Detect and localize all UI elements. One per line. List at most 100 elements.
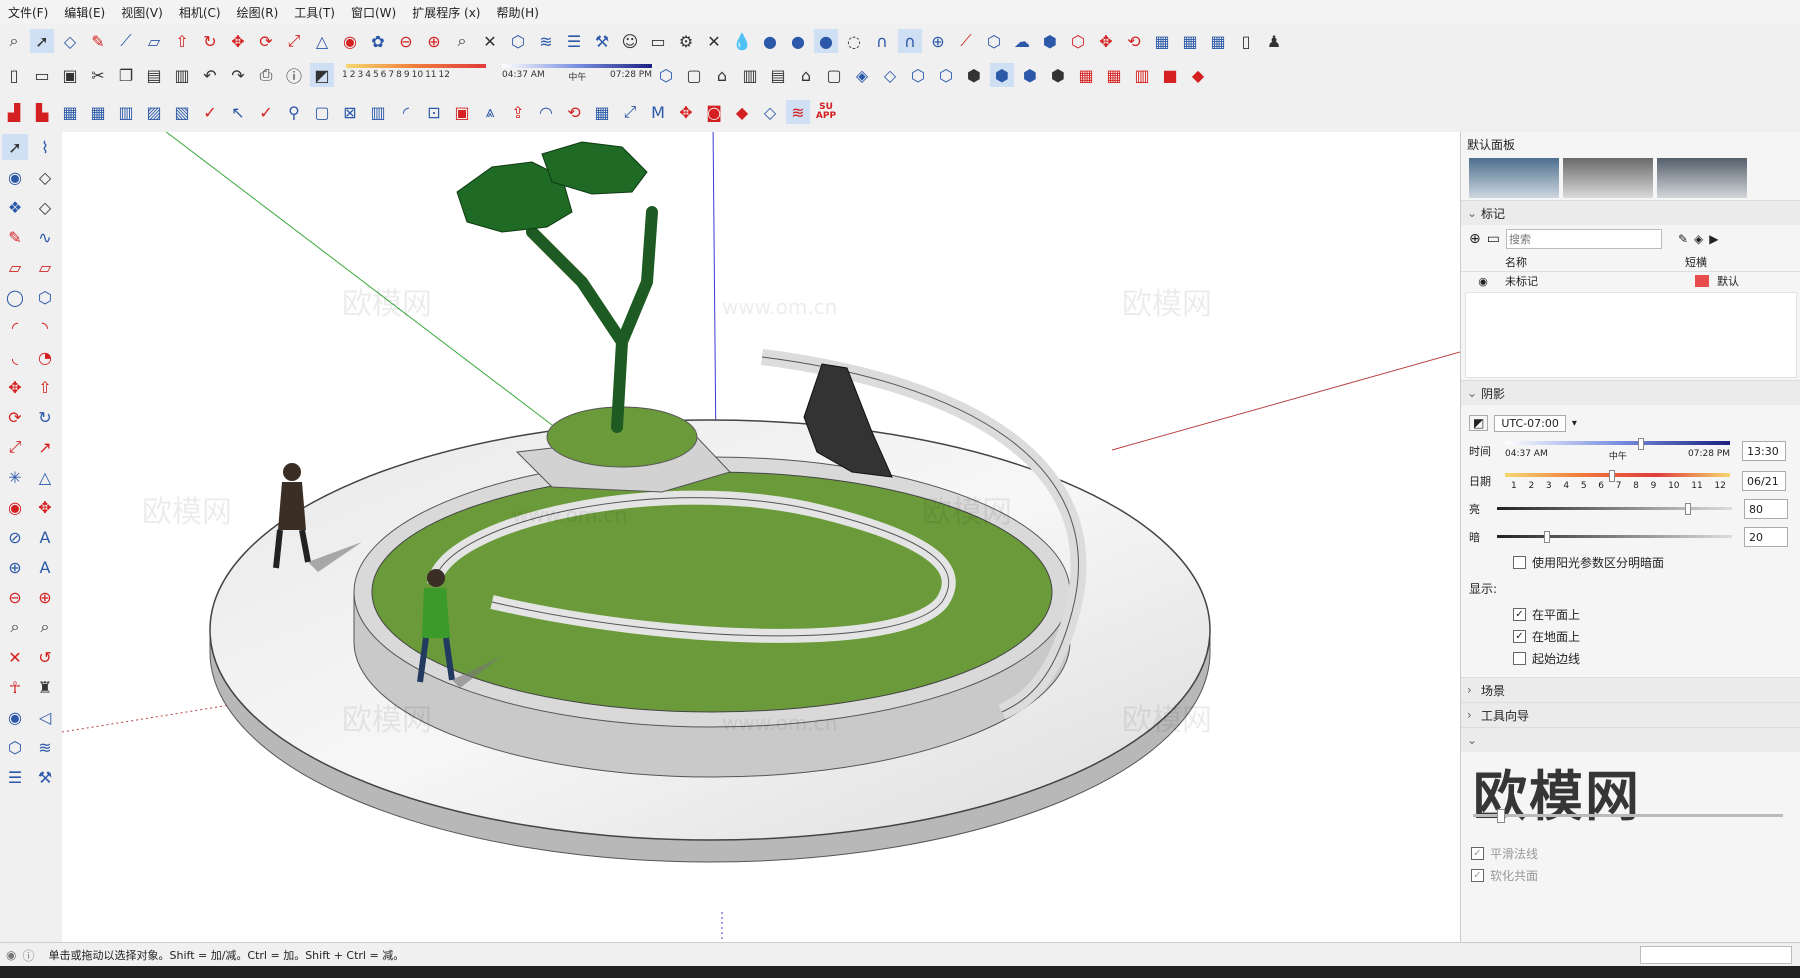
plugin-icon[interactable]: ⊠ bbox=[338, 100, 362, 124]
hexagon-icon[interactable]: ⬡ bbox=[982, 29, 1006, 53]
menu-extensions[interactable]: 扩展程序 (x) bbox=[404, 4, 488, 21]
measurements-box[interactable] bbox=[1640, 946, 1792, 964]
menu-help[interactable]: 帮助(H) bbox=[488, 4, 546, 21]
shaded-textures-icon[interactable]: ⬢ bbox=[990, 63, 1014, 87]
smoothing-slider[interactable] bbox=[1473, 814, 1783, 817]
date-value-input[interactable]: 06/21 bbox=[1742, 471, 1786, 491]
drop-icon[interactable]: 💧 bbox=[730, 29, 754, 53]
instructor-section-header[interactable]: › 工具向导 bbox=[1461, 702, 1800, 727]
col-name[interactable]: 名称 bbox=[1505, 254, 1685, 270]
search-icon[interactable]: ⌕ bbox=[2, 29, 26, 53]
follow-me-icon[interactable]: ↻ bbox=[32, 404, 58, 430]
copy-icon[interactable]: ❐ bbox=[114, 63, 138, 87]
time-value-input[interactable]: 13:30 bbox=[1742, 441, 1786, 461]
tags-search-input[interactable] bbox=[1505, 229, 1662, 249]
plugin-icon[interactable]: ◠ bbox=[534, 100, 558, 124]
zoom-extents-icon[interactable]: ✕ bbox=[478, 29, 502, 53]
section-plane-icon[interactable]: ◁ bbox=[32, 704, 58, 730]
col-dash[interactable]: 短横 bbox=[1685, 254, 1745, 270]
follow-me-icon[interactable]: ↻ bbox=[198, 29, 222, 53]
paint-bucket-icon[interactable]: ◉ bbox=[2, 164, 28, 190]
on-ground-row[interactable]: ✓ 在地面上 bbox=[1461, 625, 1800, 647]
drop-selected-icon[interactable]: ● bbox=[814, 29, 838, 53]
eye-icon[interactable]: ◉ bbox=[1461, 275, 1505, 288]
checkbox-checked[interactable]: ✓ bbox=[1513, 607, 1526, 621]
text-icon[interactable]: A bbox=[32, 524, 58, 550]
cloud-icon[interactable]: ☁ bbox=[1010, 29, 1034, 53]
plugin-icon[interactable]: ◜ bbox=[394, 100, 418, 124]
plugin-icon[interactable]: M bbox=[646, 100, 670, 124]
plugin-icon[interactable]: ▦ bbox=[590, 100, 614, 124]
zoom-icon[interactable]: ⌕ bbox=[2, 614, 28, 640]
axes-tool-icon[interactable]: ⊕ bbox=[2, 554, 28, 580]
back-view-icon[interactable]: ▤ bbox=[766, 63, 790, 87]
drop-fill-icon[interactable]: ● bbox=[758, 29, 782, 53]
undo-icon[interactable]: ↶ bbox=[198, 63, 222, 87]
layers-icon[interactable]: ≋ bbox=[534, 29, 558, 53]
save-icon[interactable]: ▣ bbox=[58, 63, 82, 87]
person-icon[interactable]: ♟ bbox=[1262, 29, 1286, 53]
component-icon[interactable]: ⬡ bbox=[506, 29, 530, 53]
plugin-icon[interactable]: ↖ bbox=[226, 100, 250, 124]
material-icon[interactable]: ⚒ bbox=[32, 764, 58, 790]
close-icon[interactable]: ✕ bbox=[702, 29, 726, 53]
connector-icon[interactable]: ⟋ bbox=[954, 29, 978, 53]
menu-tools[interactable]: 工具(T) bbox=[286, 4, 343, 21]
drop-blue-icon[interactable]: ● bbox=[786, 29, 810, 53]
iso-view-icon[interactable]: ⬡ bbox=[654, 63, 678, 87]
eraser-icon[interactable]: ◇ bbox=[32, 164, 58, 190]
paint-icon[interactable]: ◉ bbox=[338, 29, 362, 53]
rectangle-icon[interactable]: ▱ bbox=[2, 254, 28, 280]
tag-dash-icon[interactable]: ✎ bbox=[1678, 232, 1688, 246]
checkbox[interactable] bbox=[1513, 555, 1526, 569]
trash-icon[interactable]: ▥ bbox=[170, 63, 194, 87]
plugin-icon[interactable]: ▥ bbox=[366, 100, 390, 124]
checkbox[interactable] bbox=[1513, 651, 1526, 665]
zoom-icon[interactable]: ⌕ bbox=[450, 29, 474, 53]
plugin-icon[interactable]: ⇪ bbox=[506, 100, 530, 124]
ruby-icon[interactable]: ◆ bbox=[1186, 63, 1210, 87]
smoothing-section-header[interactable]: ⌄ bbox=[1461, 727, 1800, 752]
light-slider[interactable] bbox=[1497, 503, 1732, 515]
plugin-icon[interactable]: ▣ bbox=[450, 100, 474, 124]
menu-edit[interactable]: 编辑(E) bbox=[56, 4, 113, 21]
plugin-icon[interactable]: ▦ bbox=[58, 100, 82, 124]
plugin-icon[interactable]: ≋ bbox=[786, 100, 810, 124]
plugin-icon[interactable]: ⟲ bbox=[562, 100, 586, 124]
info-icon[interactable]: ⓘ bbox=[22, 947, 34, 964]
grid3-icon[interactable]: ▦ bbox=[1206, 29, 1230, 53]
wireframe-icon[interactable]: ⬡ bbox=[906, 63, 930, 87]
ext-red-icon[interactable]: ■ bbox=[1158, 63, 1182, 87]
time-slider[interactable]: 04:37 AM 中午 07:28 PM bbox=[1505, 437, 1730, 465]
plugin-icon[interactable]: ⊡ bbox=[422, 100, 446, 124]
pan-icon[interactable]: ⊕ bbox=[32, 584, 58, 610]
stack-icon[interactable]: ☰ bbox=[562, 29, 586, 53]
use-sun-checkbox-row[interactable]: 使用阳光参数区分明暗面 bbox=[1461, 551, 1800, 573]
material-icon[interactable]: ⚒ bbox=[590, 29, 614, 53]
grid-icon[interactable]: ▦ bbox=[1150, 29, 1174, 53]
on-faces-row[interactable]: ✓ 在平面上 bbox=[1461, 603, 1800, 625]
tape-icon[interactable]: ◉ bbox=[2, 494, 28, 520]
shadow-toggle-icon[interactable]: ◩ bbox=[310, 63, 334, 87]
tags-section-header[interactable]: ⌄ 标记 bbox=[1461, 200, 1800, 225]
look-around-icon[interactable]: ◉ bbox=[2, 704, 28, 730]
tag-color-swatch[interactable] bbox=[1695, 275, 1709, 287]
left-view-icon[interactable]: ⌂ bbox=[794, 63, 818, 87]
backedges-icon[interactable]: ◇ bbox=[878, 63, 902, 87]
dimension-icon[interactable]: ✥ bbox=[32, 494, 58, 520]
paste-icon[interactable]: ▤ bbox=[142, 63, 166, 87]
soften-coplanar-row[interactable]: ✓ 软化共面 bbox=[1461, 864, 1800, 886]
section-icon[interactable]: △ bbox=[32, 464, 58, 490]
freehand-icon[interactable]: ∿ bbox=[32, 224, 58, 250]
magnet-selected-icon[interactable]: ∩ bbox=[898, 29, 922, 53]
redo-icon[interactable]: ↷ bbox=[226, 63, 250, 87]
add-tag-icon[interactable]: ⊕ bbox=[1469, 231, 1481, 247]
menu-camera[interactable]: 相机(C) bbox=[171, 4, 229, 21]
select-icon[interactable]: ➚ bbox=[30, 29, 54, 53]
axes-icon[interactable]: ✥ bbox=[1094, 29, 1118, 53]
plugin-icon[interactable]: ▧ bbox=[170, 100, 194, 124]
print-icon[interactable]: ⎙ bbox=[254, 63, 278, 87]
orbit-icon[interactable]: ⊖ bbox=[2, 584, 28, 610]
dark-slider[interactable] bbox=[1497, 531, 1732, 543]
plugin-icon[interactable]: ▥ bbox=[114, 100, 138, 124]
